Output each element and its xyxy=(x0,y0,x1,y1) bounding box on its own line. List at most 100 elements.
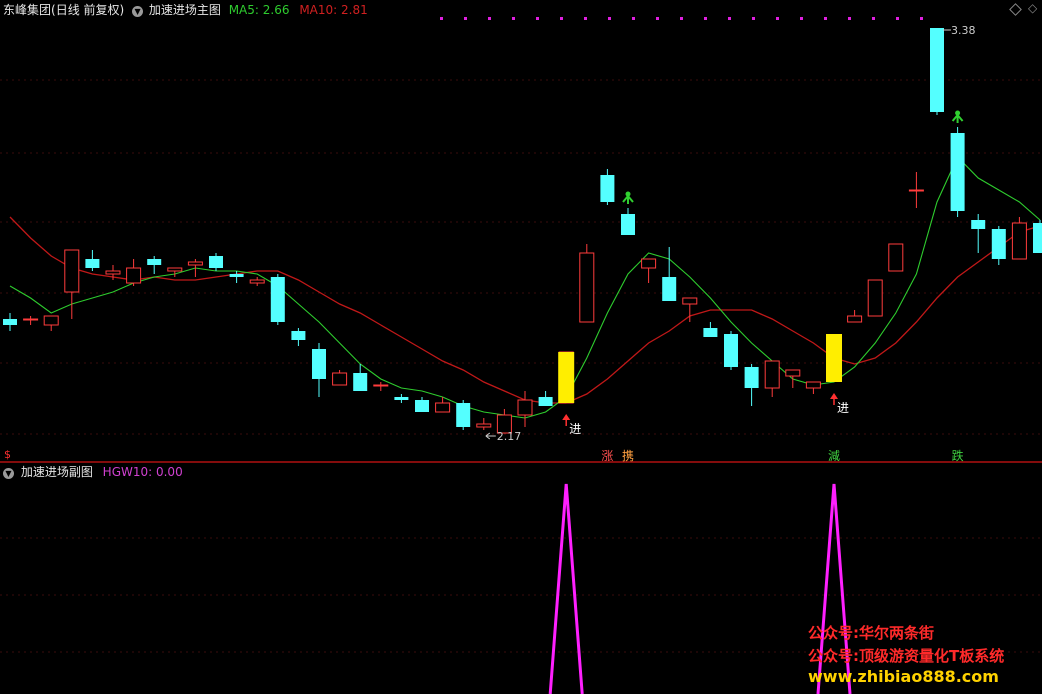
signal-bar xyxy=(826,334,842,382)
candle-body-up xyxy=(105,270,121,275)
candle-body-up xyxy=(23,318,39,321)
top-dot-marker xyxy=(800,17,803,20)
candle-body-down xyxy=(600,175,615,202)
bottom-signal-marker: 跌 xyxy=(952,448,964,463)
top-dot-marker xyxy=(920,17,923,20)
candle-body-down xyxy=(724,334,738,367)
candle-body-up xyxy=(517,399,533,416)
top-dot-marker xyxy=(560,17,563,20)
main-indicator-name[interactable]: 加速进场主图 xyxy=(149,3,221,17)
stock-name: 东峰集团 xyxy=(3,3,52,17)
candle-body-up xyxy=(847,315,863,323)
candle xyxy=(867,279,883,317)
candle-body-down xyxy=(270,277,285,322)
enter-signal-label: 进 xyxy=(837,401,849,415)
top-dot-marker xyxy=(464,17,467,20)
candle-body-down xyxy=(312,349,326,379)
candle-body-down xyxy=(3,319,17,325)
top-dot-marker xyxy=(584,17,587,20)
candle-body-up xyxy=(579,252,595,323)
bottom-signal-marker: 涨 xyxy=(601,448,613,463)
candle-body-up xyxy=(249,279,265,284)
candle-body-up xyxy=(764,360,780,389)
header-sub: ▼ 加速进场副图 HGW10: 0.00 xyxy=(3,465,183,479)
top-dot-marker xyxy=(680,17,683,20)
indicator-dropdown-icon[interactable]: ▼ xyxy=(132,6,144,17)
hgw10-label: HGW10: 0.00 xyxy=(102,465,183,479)
top-dot-marker xyxy=(752,17,755,20)
candle-body-up xyxy=(888,243,904,272)
top-dot-marker xyxy=(488,17,491,20)
candle xyxy=(930,28,944,115)
candle-body-up xyxy=(126,267,142,284)
period-label: (日线 前复权) xyxy=(51,3,125,17)
high-price-label: 3.38 xyxy=(951,24,976,37)
candle xyxy=(1011,217,1027,260)
signal-bar xyxy=(558,352,575,403)
candle-body-down xyxy=(291,331,306,340)
top-dot-marker xyxy=(512,17,515,20)
candle-body-down xyxy=(971,220,986,229)
candle-body-up xyxy=(908,189,924,192)
ma5-label: MA5: 2.66 xyxy=(228,3,290,17)
candle-body-up xyxy=(373,384,389,387)
candle-body-down xyxy=(147,259,162,265)
candle-body-down xyxy=(703,328,718,337)
bottom-signal-marker: 携 xyxy=(622,448,634,463)
candle-body-down xyxy=(229,274,244,277)
candle-body-up xyxy=(332,372,348,386)
candle-body-down xyxy=(991,229,1006,259)
candle xyxy=(456,400,471,430)
top-dot-marker xyxy=(872,17,875,20)
candle-body-down xyxy=(1033,223,1042,253)
candle xyxy=(270,274,285,325)
candle-body-up xyxy=(64,249,80,293)
candle-body-down xyxy=(85,259,100,268)
top-dot-marker xyxy=(728,17,731,20)
candle xyxy=(724,331,738,370)
watermark-line3: www.zhibiao888.com xyxy=(808,667,999,686)
watermark-line1: 公众号:华尔两条街 xyxy=(808,624,934,642)
candle-body-up xyxy=(43,315,59,326)
top-dot-marker xyxy=(632,17,635,20)
top-dot-marker xyxy=(896,17,899,20)
enter-signal-label: 进 xyxy=(569,422,581,436)
chart-svg: 进进涨携減跌3.382.17$ xyxy=(0,0,1042,694)
bottom-signal-marker: 減 xyxy=(828,448,840,463)
candle-body-down xyxy=(456,403,471,427)
candle-body-down xyxy=(209,256,223,268)
corner-marker: $ xyxy=(4,448,11,461)
top-dot-marker xyxy=(536,17,539,20)
candle-body-down xyxy=(662,277,677,301)
candle-body-down xyxy=(353,373,368,391)
candle-body-up xyxy=(867,279,883,317)
panel-close-icon[interactable]: ◇ xyxy=(1028,1,1037,15)
top-dot-marker xyxy=(848,17,851,20)
candle xyxy=(888,243,904,272)
top-dot-marker xyxy=(440,17,443,20)
candle-body-up xyxy=(641,258,657,269)
sub-indicator-name[interactable]: 加速进场副图 xyxy=(21,465,93,479)
candle-body-down xyxy=(621,214,635,235)
top-dot-marker xyxy=(704,17,707,20)
candle-body-up xyxy=(476,423,492,428)
top-dot-marker xyxy=(776,17,779,20)
candle-body-down xyxy=(394,397,409,400)
candle-body-up xyxy=(1011,222,1027,260)
candle-body-up xyxy=(167,267,183,272)
candle-body-down xyxy=(950,133,965,211)
top-dot-marker xyxy=(608,17,611,20)
candle xyxy=(1033,220,1042,253)
candle-body-down xyxy=(538,397,553,406)
candle-body-up xyxy=(187,261,203,266)
candle xyxy=(950,127,965,217)
sub-indicator-dropdown-icon[interactable]: ▼ xyxy=(3,468,14,479)
candle-body-up xyxy=(805,381,821,389)
header-main: 东峰集团(日线 前复权) ▼ 加速进场主图 MA5: 2.66 MA10: 2.… xyxy=(3,3,368,17)
top-dot-marker xyxy=(824,17,827,20)
candle-body-up xyxy=(785,369,801,377)
candle-body-down xyxy=(930,28,944,112)
watermark-line2: 公众号:顶级游资量化T板系统 xyxy=(808,647,1005,665)
candle-body-down xyxy=(415,400,429,412)
candle-body-down xyxy=(744,367,759,388)
